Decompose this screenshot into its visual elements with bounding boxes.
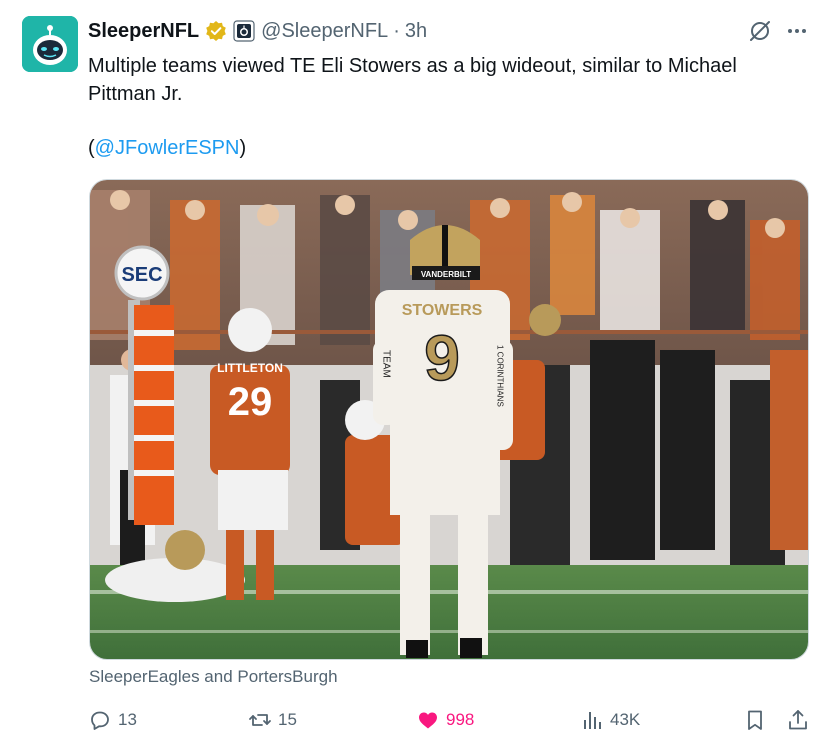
tweet-media-image[interactable]: SEC LITTLETON 29 VANDERBILT STOWERS 9 TE… xyxy=(89,179,809,660)
avatar[interactable] xyxy=(22,16,78,72)
heart-filled-icon xyxy=(419,712,437,729)
reply-icon xyxy=(91,711,109,730)
like-button[interactable]: 998 xyxy=(416,705,474,735)
sleeper-robot-logo-icon xyxy=(22,16,78,72)
author-name[interactable]: SleeperNFL xyxy=(88,20,199,43)
repost-count: 15 xyxy=(278,710,297,729)
mention-open: ( xyxy=(88,137,95,159)
tweet-header: SleeperNFL @SleeperNFL · 3h xyxy=(88,18,427,44)
verified-badge-icon[interactable] xyxy=(205,20,227,42)
helmet-text: VANDERBILT xyxy=(421,270,471,279)
reply-button[interactable]: 13 xyxy=(88,705,137,735)
opponent-name: LITTLETON xyxy=(217,361,283,375)
bookmark-button[interactable] xyxy=(743,705,767,735)
views-button[interactable]: 43K xyxy=(580,705,640,735)
tagged-users[interactable]: SleeperEagles and PortersBurgh xyxy=(89,667,338,687)
sleeve-left-text: TEAM xyxy=(381,350,392,378)
share-button[interactable] xyxy=(786,705,810,735)
author-handle[interactable]: @SleeperNFL xyxy=(261,20,388,43)
mention-close: ) xyxy=(239,137,247,159)
views-chart-icon xyxy=(584,712,601,729)
sec-sign-text: SEC xyxy=(121,264,162,286)
tweet-timestamp[interactable]: 3h xyxy=(405,20,427,43)
more-options-icon[interactable] xyxy=(786,24,808,38)
tweet-actions: 13 15 998 43K xyxy=(88,705,812,735)
sleeve-right-text: 1 CORINTHIANS xyxy=(496,345,505,407)
grok-icon[interactable] xyxy=(748,19,772,43)
share-icon xyxy=(789,710,807,730)
views-count: 43K xyxy=(610,710,641,729)
mention-line: (@JFowlerESPN) xyxy=(88,134,246,162)
like-count: 998 xyxy=(446,710,475,729)
affiliate-badge-icon[interactable] xyxy=(233,20,255,42)
bookmark-icon xyxy=(748,710,762,730)
jersey-number: 9 xyxy=(424,322,460,394)
tweet-text: Multiple teams viewed TE Eli Stowers as … xyxy=(88,55,737,105)
mention-link[interactable]: @JFowlerESPN xyxy=(95,137,240,159)
football-photo: SEC LITTLETON 29 VANDERBILT STOWERS 9 TE… xyxy=(90,180,808,659)
repost-icon xyxy=(249,714,271,726)
opponent-number: 29 xyxy=(228,380,273,424)
separator-dot: · xyxy=(393,19,400,42)
repost-button[interactable]: 15 xyxy=(248,705,297,735)
jersey-name: STOWERS xyxy=(402,302,483,319)
reply-count: 13 xyxy=(118,710,137,729)
